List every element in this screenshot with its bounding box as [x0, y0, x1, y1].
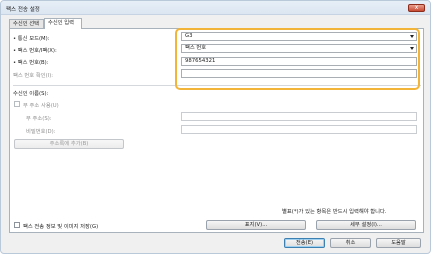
comm-mode-label: • 통신 모드(M):	[13, 36, 50, 42]
comm-mode-value: G3	[185, 33, 193, 39]
fax-format-label: • 팩스 번호/I팩(X):	[13, 48, 57, 54]
fax-confirm-input[interactable]	[181, 69, 417, 78]
tab-enter-recipient[interactable]: 수신인 입력	[44, 18, 82, 29]
fax-confirm-label: 팩스 번호 확인(I):	[13, 73, 54, 79]
chevron-down-icon	[410, 35, 414, 38]
detail-settings-button[interactable]: 세부 설정(I)...	[316, 220, 416, 230]
cover-page-button[interactable]: 표지(V)...	[206, 220, 306, 230]
dialog-title: 팩스 전송 설정	[6, 7, 40, 13]
fax-number-input[interactable]: 987654321	[181, 57, 417, 66]
fax-number-label: • 팩스 번호(B):	[13, 60, 49, 66]
save-info-checkbox[interactable]	[14, 222, 20, 228]
tab-panel: • 통신 모드(M): G3 • 팩스 번호/I팩(X): 팩스 번호 • 팩스…	[9, 28, 424, 233]
sub-address-checkbox-label: 부 주소 사용(U)	[23, 103, 59, 109]
tab-select-recipient[interactable]: 수신인 선택	[9, 19, 44, 28]
fax-format-select[interactable]: 팩스 번호	[181, 44, 417, 53]
close-button[interactable]: x	[408, 4, 425, 12]
sub-address-label: 부 주소(S):	[26, 116, 52, 122]
comm-mode-select[interactable]: G3	[181, 32, 417, 41]
fax-send-settings-dialog: 팩스 전송 설정 x 수신인 선택 수신인 입력 • 통신 모드(M): G3 …	[0, 0, 431, 254]
title-bar: 팩스 전송 설정 x	[1, 1, 430, 15]
recipient-name-label: 수신인 이름(S):	[13, 91, 49, 97]
sub-address-input[interactable]	[181, 112, 417, 121]
fax-format-value: 팩스 번호	[185, 45, 207, 51]
divider	[13, 85, 421, 86]
save-info-checkbox-label: 팩스 전송 정보 및 이미지 저장(G)	[23, 224, 99, 230]
password-label: 비밀번호(D):	[26, 129, 56, 135]
required-fields-note: 별표(*)가 있는 항목은 반드시 입력해야 합니다.	[282, 209, 387, 215]
password-input[interactable]	[181, 125, 417, 134]
sub-address-checkbox[interactable]	[14, 101, 20, 107]
cancel-button[interactable]: 취소	[330, 238, 371, 248]
add-to-address-book-button[interactable]: 주소록에 추가(B)	[14, 139, 124, 149]
chevron-down-icon	[410, 47, 414, 50]
send-button[interactable]: 전송(E)	[284, 238, 325, 248]
help-button[interactable]: 도움말	[376, 238, 421, 248]
